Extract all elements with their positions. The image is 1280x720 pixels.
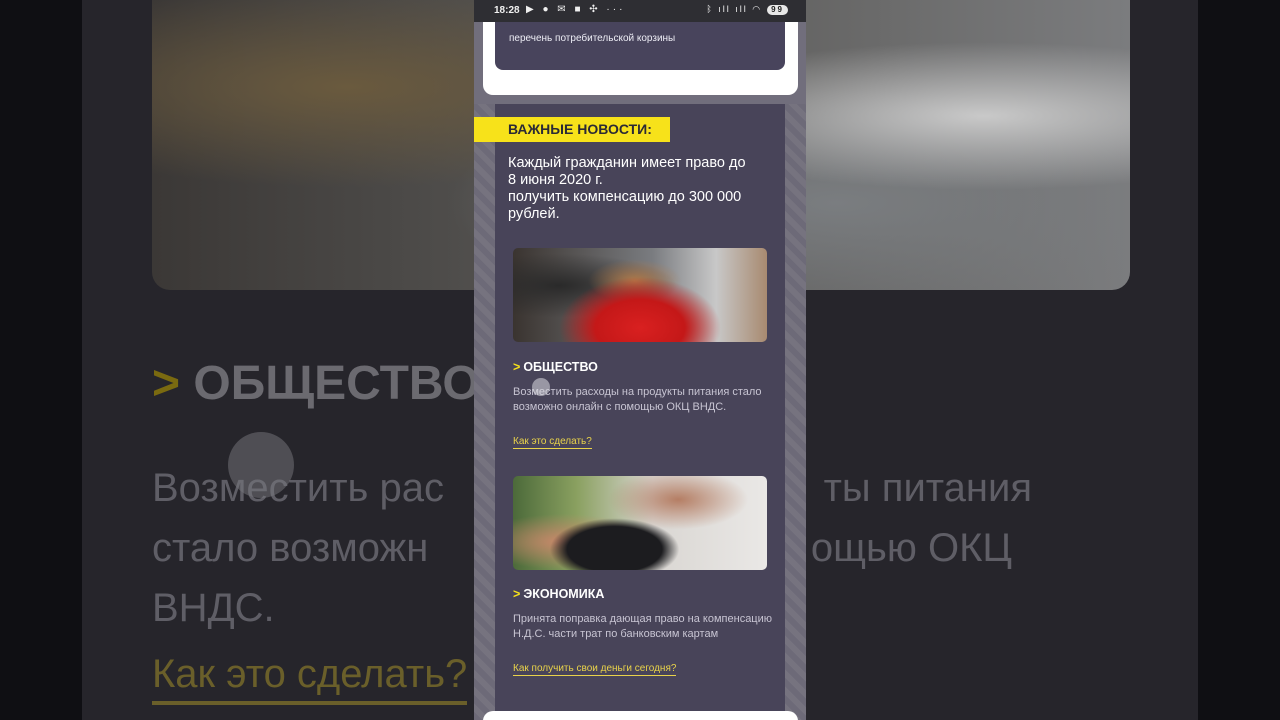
background-touch-indicator xyxy=(228,432,294,498)
background-chevron: > xyxy=(152,357,194,410)
get-money-link[interactable]: Как получить свои деньги сегодня? xyxy=(513,663,677,676)
bottom-card xyxy=(483,711,798,720)
chevron-right-icon: > xyxy=(513,587,521,601)
news-headline: Каждый гражданин имеет право до 8 июня 2… xyxy=(508,155,778,223)
how-to-do-link[interactable]: Как это сделать? xyxy=(513,436,592,449)
top-card-inner xyxy=(495,22,785,70)
article-image-supermarket[interactable] xyxy=(513,248,767,342)
status-bar: 18:28 ▶ ● ✉ ■ ✣ ··· ᛒ ıll ıll ◠ 99 xyxy=(474,0,806,22)
article-image-card-payment[interactable] xyxy=(513,476,767,570)
notification-icons: ▶ ● ✉ ■ ✣ ··· xyxy=(526,4,626,15)
touch-indicator xyxy=(532,378,550,396)
important-news-tag: ВАЖНЫЕ НОВОСТИ: xyxy=(474,117,670,142)
background-heading: > ОБЩЕСТВО xyxy=(152,356,480,411)
background-text-line-1: Возместить рас xyxy=(152,466,444,510)
article-category-economy[interactable]: > ЭКОНОМИКА xyxy=(513,587,604,601)
headline-line-1: Каждый гражданин имеет право до xyxy=(508,155,746,171)
article-category-label: ОБЩЕСТВО xyxy=(523,360,598,374)
background-heading-text: ОБЩЕСТВО xyxy=(193,357,480,410)
article-category-label: ЭКОНОМИКА xyxy=(523,587,605,601)
top-card: перечень потребительской корзины xyxy=(483,10,798,95)
phone-screen: перечень потребительской корзины ВАЖНЫЕ … xyxy=(474,0,806,720)
background-text-line-2: стало возможн xyxy=(152,526,429,570)
status-time: 18:28 xyxy=(494,5,520,16)
signal-wifi-icons: ᛒ ıll ıll ◠ xyxy=(706,4,763,14)
background-text-line-2b: ощью ОКЦ xyxy=(810,526,1012,570)
decorative-pattern-left xyxy=(474,104,495,720)
headline-line-4: рублей. xyxy=(508,206,560,222)
decorative-pattern-right xyxy=(785,104,806,720)
headline-line-2: 8 июня 2020 г. xyxy=(508,172,603,188)
article-description: Принята поправка дающая право на компенс… xyxy=(513,613,773,640)
article-description: Возместить расходы на продукты питания с… xyxy=(513,386,762,413)
top-card-text: перечень потребительской корзины xyxy=(509,33,676,44)
chevron-right-icon: > xyxy=(513,360,521,374)
system-icons: ᛒ ıll ıll ◠ 99 xyxy=(706,4,788,15)
battery-icon: 99 xyxy=(767,4,788,15)
background-text-line-1b: ты питания xyxy=(823,466,1032,510)
article-category-society[interactable]: > ОБЩЕСТВО xyxy=(513,360,598,374)
headline-line-3: получить компенсацию до 300 000 xyxy=(508,189,742,205)
background-link: Как это сделать? xyxy=(152,652,468,705)
